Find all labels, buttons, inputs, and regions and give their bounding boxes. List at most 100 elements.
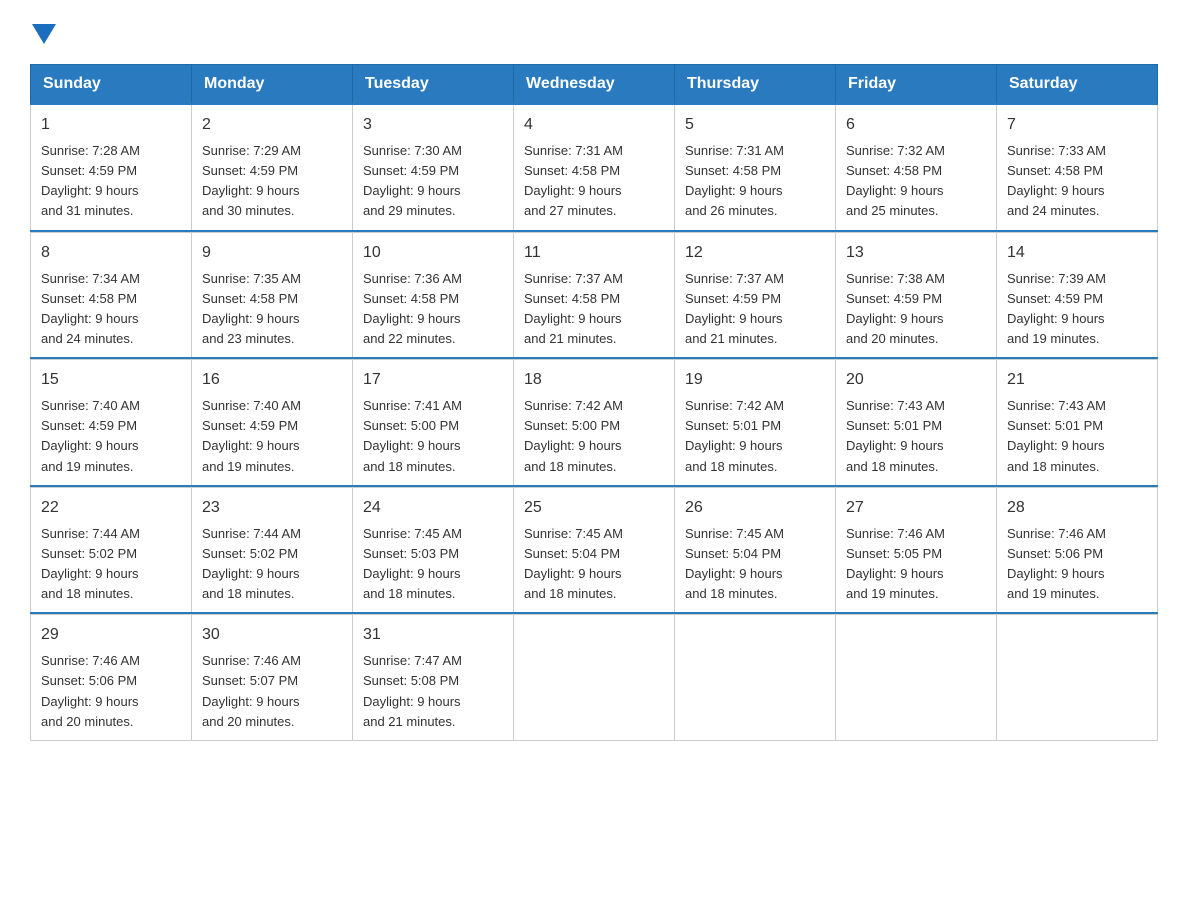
day-number: 26 xyxy=(685,496,825,520)
day-number: 27 xyxy=(846,496,986,520)
day-number: 20 xyxy=(846,368,986,392)
logo-arrow-icon xyxy=(32,24,56,44)
day-info: Sunrise: 7:47 AMSunset: 5:08 PMDaylight:… xyxy=(363,651,503,732)
calendar-cell: 7 Sunrise: 7:33 AMSunset: 4:58 PMDaylight… xyxy=(997,104,1158,231)
calendar-cell xyxy=(514,615,675,741)
calendar-cell: 9Sunrise: 7:35 AMSunset: 4:58 PMDaylight… xyxy=(192,232,353,358)
calendar-week-row: 1 Sunrise: 7:28 AMSunset: 4:59 PMDaylight… xyxy=(31,104,1158,231)
weekday-header-monday: Monday xyxy=(192,65,353,105)
day-info: Sunrise: 7:45 AMSunset: 5:04 PMDaylight:… xyxy=(685,524,825,605)
day-number: 29 xyxy=(41,623,181,647)
day-number: 15 xyxy=(41,368,181,392)
day-info: Sunrise: 7:41 AMSunset: 5:00 PMDaylight:… xyxy=(363,396,503,477)
calendar-cell: 1 Sunrise: 7:28 AMSunset: 4:59 PMDaylight… xyxy=(31,104,192,231)
calendar-cell: 24 Sunrise: 7:45 AMSunset: 5:03 PMDayligh… xyxy=(353,487,514,613)
day-info: Sunrise: 7:43 AMSunset: 5:01 PMDaylight:… xyxy=(1007,396,1147,477)
day-info: Sunrise: 7:39 AMSunset: 4:59 PMDaylight:… xyxy=(1007,269,1147,350)
calendar-cell: 18 Sunrise: 7:42 AMSunset: 5:00 PMDayligh… xyxy=(514,360,675,486)
calendar-cell xyxy=(997,615,1158,741)
calendar-cell: 12Sunrise: 7:37 AMSunset: 4:59 PMDayligh… xyxy=(675,232,836,358)
calendar-cell: 27 Sunrise: 7:46 AMSunset: 5:05 PMDayligh… xyxy=(836,487,997,613)
day-info: Sunrise: 7:33 AMSunset: 4:58 PMDaylight:… xyxy=(1007,141,1147,222)
day-number: 30 xyxy=(202,623,342,647)
calendar-cell: 26 Sunrise: 7:45 AMSunset: 5:04 PMDayligh… xyxy=(675,487,836,613)
calendar-week-row: 8Sunrise: 7:34 AMSunset: 4:58 PMDaylight… xyxy=(31,232,1158,358)
day-info: Sunrise: 7:42 AMSunset: 5:01 PMDaylight:… xyxy=(685,396,825,477)
day-number: 11 xyxy=(524,241,664,265)
day-info: Sunrise: 7:37 AMSunset: 4:58 PMDaylight:… xyxy=(524,269,664,350)
day-info: Sunrise: 7:38 AMSunset: 4:59 PMDaylight:… xyxy=(846,269,986,350)
day-number: 5 xyxy=(685,113,825,137)
day-info: Sunrise: 7:46 AMSunset: 5:05 PMDaylight:… xyxy=(846,524,986,605)
day-number: 13 xyxy=(846,241,986,265)
calendar-cell: 23 Sunrise: 7:44 AMSunset: 5:02 PMDayligh… xyxy=(192,487,353,613)
weekday-header-sunday: Sunday xyxy=(31,65,192,105)
calendar-cell: 4 Sunrise: 7:31 AMSunset: 4:58 PMDaylight… xyxy=(514,104,675,231)
day-number: 6 xyxy=(846,113,986,137)
day-number: 19 xyxy=(685,368,825,392)
day-number: 18 xyxy=(524,368,664,392)
day-number: 3 xyxy=(363,113,503,137)
day-number: 7 xyxy=(1007,113,1147,137)
day-number: 9 xyxy=(202,241,342,265)
page-header xyxy=(30,20,1158,44)
day-info: Sunrise: 7:42 AMSunset: 5:00 PMDaylight:… xyxy=(524,396,664,477)
calendar-cell: 14 Sunrise: 7:39 AMSunset: 4:59 PMDayligh… xyxy=(997,232,1158,358)
day-info: Sunrise: 7:45 AMSunset: 5:03 PMDaylight:… xyxy=(363,524,503,605)
calendar-cell: 22 Sunrise: 7:44 AMSunset: 5:02 PMDayligh… xyxy=(31,487,192,613)
day-info: Sunrise: 7:31 AMSunset: 4:58 PMDaylight:… xyxy=(685,141,825,222)
calendar-week-row: 29 Sunrise: 7:46 AMSunset: 5:06 PMDayligh… xyxy=(31,615,1158,741)
weekday-header-saturday: Saturday xyxy=(997,65,1158,105)
day-number: 22 xyxy=(41,496,181,520)
day-info: Sunrise: 7:46 AMSunset: 5:06 PMDaylight:… xyxy=(41,651,181,732)
day-info: Sunrise: 7:40 AMSunset: 4:59 PMDaylight:… xyxy=(202,396,342,477)
day-number: 1 xyxy=(41,113,181,137)
calendar-cell: 2Sunrise: 7:29 AMSunset: 4:59 PMDaylight… xyxy=(192,104,353,231)
day-number: 16 xyxy=(202,368,342,392)
calendar-cell: 8Sunrise: 7:34 AMSunset: 4:58 PMDaylight… xyxy=(31,232,192,358)
calendar-week-row: 15 Sunrise: 7:40 AMSunset: 4:59 PMDayligh… xyxy=(31,360,1158,486)
weekday-header-tuesday: Tuesday xyxy=(353,65,514,105)
calendar-cell: 30Sunrise: 7:46 AMSunset: 5:07 PMDayligh… xyxy=(192,615,353,741)
calendar-cell: 6 Sunrise: 7:32 AMSunset: 4:58 PMDaylight… xyxy=(836,104,997,231)
day-number: 10 xyxy=(363,241,503,265)
day-info: Sunrise: 7:44 AMSunset: 5:02 PMDaylight:… xyxy=(202,524,342,605)
day-info: Sunrise: 7:31 AMSunset: 4:58 PMDaylight:… xyxy=(524,141,664,222)
calendar-cell: 21 Sunrise: 7:43 AMSunset: 5:01 PMDayligh… xyxy=(997,360,1158,486)
day-info: Sunrise: 7:28 AMSunset: 4:59 PMDaylight:… xyxy=(41,141,181,222)
calendar-cell: 20 Sunrise: 7:43 AMSunset: 5:01 PMDayligh… xyxy=(836,360,997,486)
calendar-cell: 25 Sunrise: 7:45 AMSunset: 5:04 PMDayligh… xyxy=(514,487,675,613)
day-number: 23 xyxy=(202,496,342,520)
day-info: Sunrise: 7:34 AMSunset: 4:58 PMDaylight:… xyxy=(41,269,181,350)
calendar-cell: 11 Sunrise: 7:37 AMSunset: 4:58 PMDayligh… xyxy=(514,232,675,358)
calendar-cell: 17 Sunrise: 7:41 AMSunset: 5:00 PMDayligh… xyxy=(353,360,514,486)
calendar-week-row: 22 Sunrise: 7:44 AMSunset: 5:02 PMDayligh… xyxy=(31,487,1158,613)
day-number: 2 xyxy=(202,113,342,137)
calendar-cell xyxy=(675,615,836,741)
day-number: 25 xyxy=(524,496,664,520)
day-number: 24 xyxy=(363,496,503,520)
day-number: 21 xyxy=(1007,368,1147,392)
calendar-cell xyxy=(836,615,997,741)
calendar-cell: 13 Sunrise: 7:38 AMSunset: 4:59 PMDayligh… xyxy=(836,232,997,358)
calendar-cell: 29 Sunrise: 7:46 AMSunset: 5:06 PMDayligh… xyxy=(31,615,192,741)
day-number: 28 xyxy=(1007,496,1147,520)
day-number: 31 xyxy=(363,623,503,647)
calendar-cell: 15Sunrise: 7:40 AMSunset: 4:59 PMDayligh… xyxy=(31,360,192,486)
day-info: Sunrise: 7:45 AMSunset: 5:04 PMDaylight:… xyxy=(524,524,664,605)
calendar-table: SundayMondayTuesdayWednesdayThursdayFrid… xyxy=(30,64,1158,741)
day-info: Sunrise: 7:46 AMSunset: 5:06 PMDaylight:… xyxy=(1007,524,1147,605)
weekday-header-thursday: Thursday xyxy=(675,65,836,105)
day-number: 4 xyxy=(524,113,664,137)
calendar-cell: 5 Sunrise: 7:31 AMSunset: 4:58 PMDaylight… xyxy=(675,104,836,231)
weekday-header-wednesday: Wednesday xyxy=(514,65,675,105)
day-number: 14 xyxy=(1007,241,1147,265)
weekday-header-row: SundayMondayTuesdayWednesdayThursdayFrid… xyxy=(31,65,1158,105)
day-info: Sunrise: 7:44 AMSunset: 5:02 PMDaylight:… xyxy=(41,524,181,605)
day-info: Sunrise: 7:43 AMSunset: 5:01 PMDaylight:… xyxy=(846,396,986,477)
day-info: Sunrise: 7:32 AMSunset: 4:58 PMDaylight:… xyxy=(846,141,986,222)
calendar-cell: 31 Sunrise: 7:47 AMSunset: 5:08 PMDayligh… xyxy=(353,615,514,741)
day-number: 17 xyxy=(363,368,503,392)
logo xyxy=(30,20,58,44)
calendar-cell: 19 Sunrise: 7:42 AMSunset: 5:01 PMDayligh… xyxy=(675,360,836,486)
